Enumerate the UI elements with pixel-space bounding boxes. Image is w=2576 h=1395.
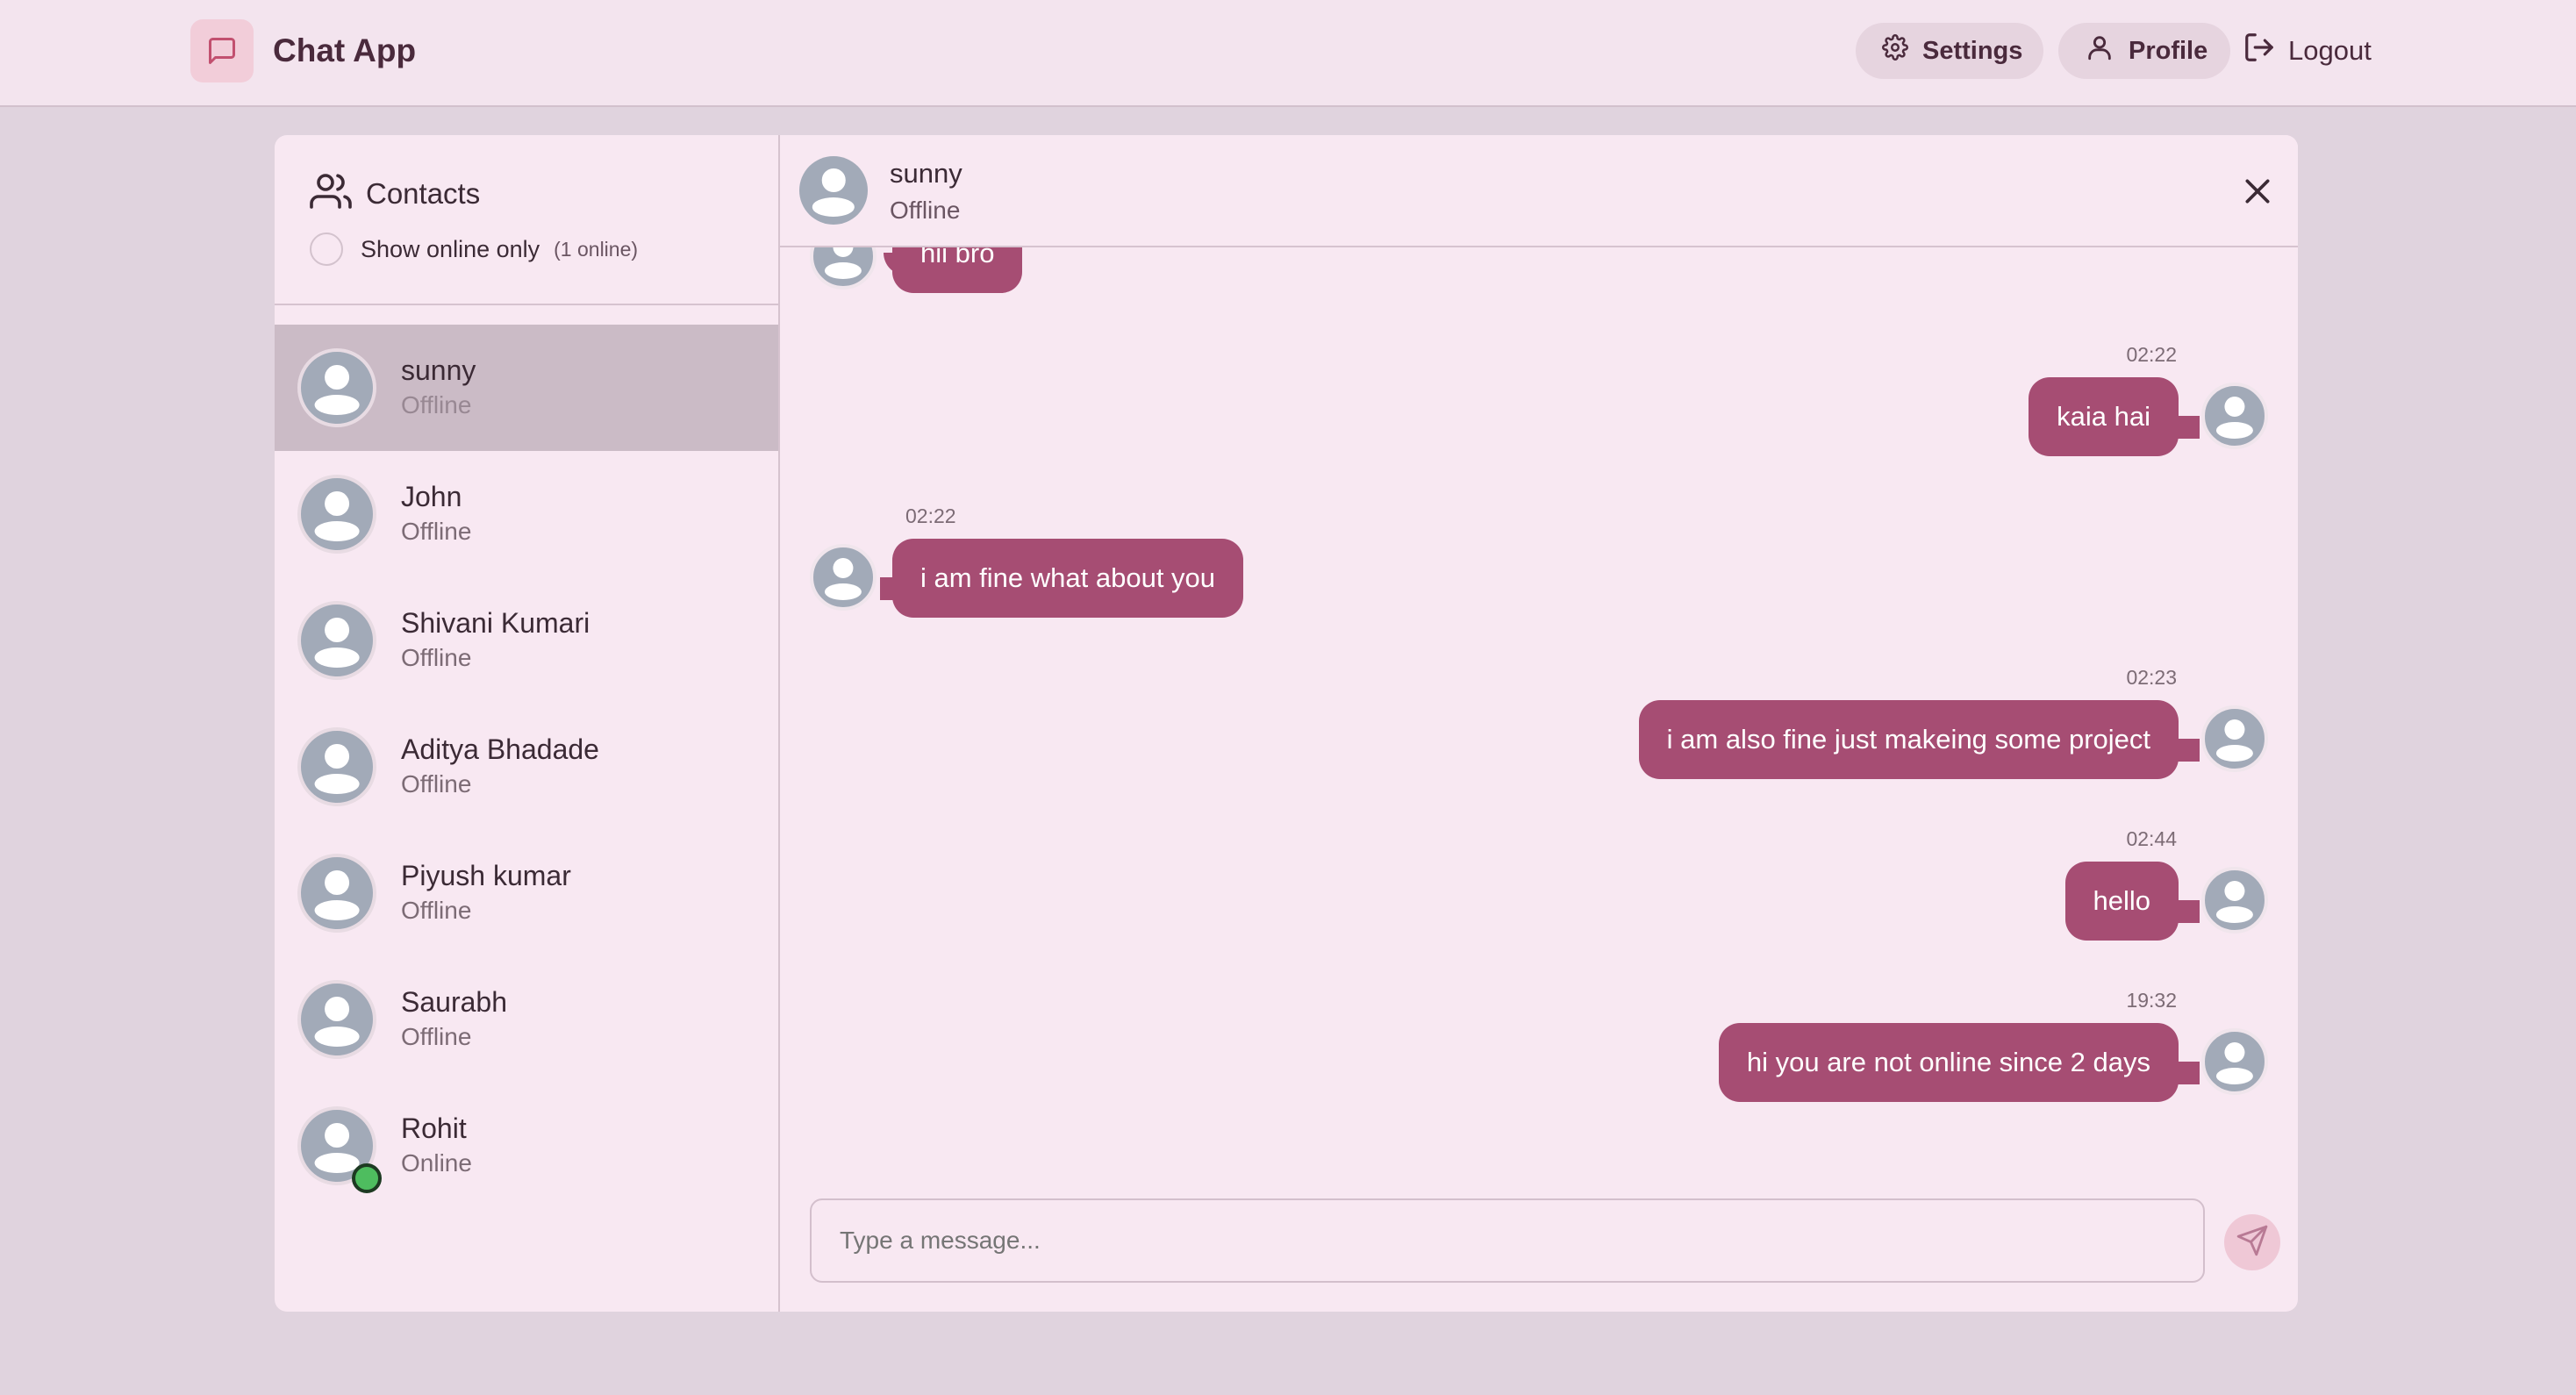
contact-status: Offline: [401, 770, 472, 798]
divider: [275, 304, 780, 305]
avatar: [810, 247, 877, 290]
contact-status: Offline: [401, 391, 472, 418]
message-bubble: hii bro: [892, 247, 1023, 293]
contact-item[interactable]: Aditya Bhadade Offline: [275, 704, 778, 830]
message-time: 19:32: [2126, 989, 2177, 1012]
online-only-label: Show online only: [361, 235, 540, 262]
users-icon: [310, 170, 352, 217]
contact-item[interactable]: Piyush kumar Offline: [275, 830, 778, 956]
online-indicator: [352, 1163, 382, 1193]
message-time: 02:23: [2126, 666, 2177, 689]
avatar: [799, 156, 868, 225]
settings-button[interactable]: Settings: [1856, 23, 2043, 79]
avatar: [297, 727, 376, 806]
profile-label: Profile: [2129, 36, 2208, 65]
contact-name: Piyush kumar: [401, 860, 571, 891]
contact-item[interactable]: Rohit Online: [275, 1083, 778, 1209]
bubble-tail: [2177, 900, 2200, 923]
message-time: 02:44: [2126, 827, 2177, 850]
contacts-sidebar: Contacts Show online only (1 online) sun…: [275, 135, 780, 1312]
message-time: 02:22: [2126, 343, 2177, 366]
message-bubble: hi you are not online since 2 days: [1718, 1023, 2179, 1102]
contact-name: John: [401, 481, 462, 512]
avatar: [2201, 1028, 2268, 1095]
contacts-header: Contacts: [310, 170, 480, 217]
chat-contact-status: Offline: [890, 197, 961, 224]
gear-icon: [1882, 34, 1922, 68]
contact-item[interactable]: sunny Offline: [275, 325, 778, 451]
profile-button[interactable]: Profile: [2058, 23, 2230, 79]
contact-name: Rohit: [401, 1112, 467, 1144]
chat-contact-name: sunny: [890, 158, 962, 189]
message: hii bro: [780, 247, 2298, 300]
avatar: [2201, 867, 2268, 934]
online-only-toggle[interactable]: Show online only (1 online): [310, 232, 638, 266]
avatar: [297, 601, 376, 680]
contact-item[interactable]: Saurabh Offline: [275, 956, 778, 1083]
online-count: (1 online): [554, 237, 639, 261]
online-only-checkbox[interactable]: [310, 232, 343, 266]
user-icon: [2085, 32, 2129, 69]
contact-name: sunny: [401, 354, 476, 386]
brand[interactable]: Chat App: [190, 19, 416, 82]
send-button[interactable]: [2224, 1214, 2280, 1270]
logout-icon: [2243, 31, 2288, 71]
contact-item[interactable]: John Offline: [275, 451, 778, 577]
contacts-title: Contacts: [366, 176, 481, 210]
bubble-tail: [2177, 739, 2200, 762]
message-time: 02:22: [905, 504, 956, 527]
contact-status: Offline: [401, 1023, 472, 1050]
avatar: [297, 348, 376, 427]
message-bubble: kaia hai: [2029, 377, 2179, 456]
bubble-tail: [2177, 1062, 2200, 1084]
bubble-tail: [2177, 416, 2200, 439]
contact-status: Offline: [401, 644, 472, 671]
chat-header: sunny Offline: [780, 135, 2298, 247]
contact-item[interactable]: Shivani Kumari Offline: [275, 577, 778, 704]
message-bubble: i am also fine just makeing some project: [1638, 700, 2179, 779]
contact-status: Offline: [401, 518, 472, 545]
avatar: [2201, 383, 2268, 449]
contact-name: Aditya Bhadade: [401, 733, 599, 765]
logout-button[interactable]: Logout: [2243, 23, 2372, 79]
avatar: [297, 854, 376, 933]
contact-status: Offline: [401, 897, 472, 924]
logout-label: Logout: [2288, 35, 2372, 66]
contact-name: Shivani Kumari: [401, 607, 590, 639]
contact-status: Online: [401, 1149, 472, 1177]
avatar: [297, 980, 376, 1059]
send-icon: [2236, 1224, 2269, 1262]
message-list: hii bro 02:22 kaia hai 02:22 i am fine w…: [780, 247, 2298, 1300]
top-navbar: Chat App Settings Profile Logout: [0, 0, 2576, 107]
avatar: [810, 544, 877, 611]
avatar: [297, 475, 376, 554]
contact-list: sunny Offline John Offline Shivani Kumar…: [275, 325, 778, 1209]
chat-container: Contacts Show online only (1 online) sun…: [275, 135, 2298, 1312]
avatar: [2201, 705, 2268, 772]
message-bubble: i am fine what about you: [892, 539, 1244, 618]
close-icon[interactable]: [2240, 174, 2275, 209]
message-square-icon: [190, 19, 254, 82]
settings-label: Settings: [1922, 36, 2023, 65]
contact-name: Saurabh: [401, 986, 507, 1018]
message-bubble: hello: [2064, 862, 2179, 941]
message-input[interactable]: [810, 1198, 2205, 1283]
app-title: Chat App: [273, 32, 417, 68]
chat-panel: sunny Offline hii bro 02:22 kaia hai 02:…: [780, 135, 2298, 1312]
